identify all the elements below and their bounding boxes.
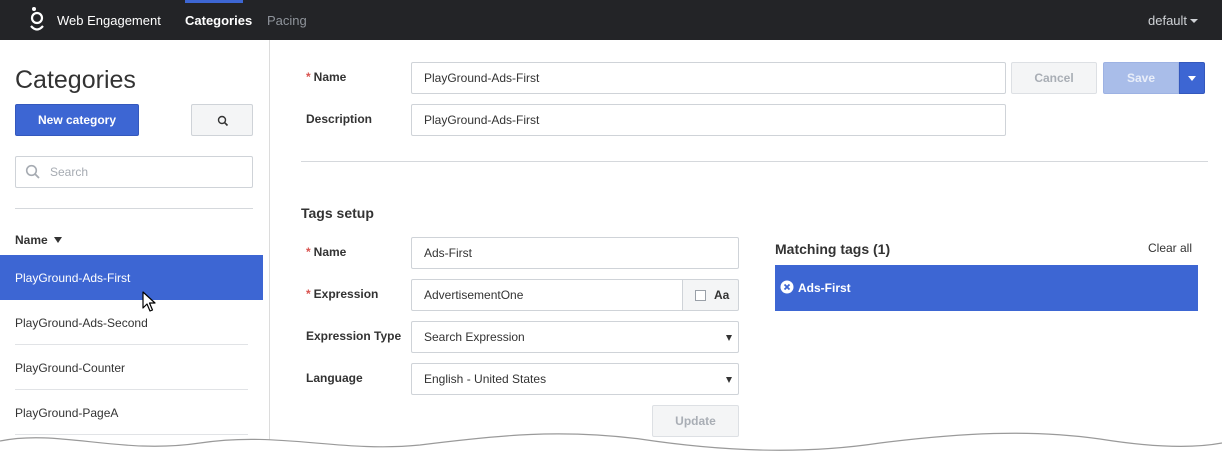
- remove-tag-icon[interactable]: [780, 280, 794, 294]
- cancel-button[interactable]: Cancel: [1011, 62, 1097, 94]
- list-item-label: PlayGround-Counter: [15, 361, 126, 375]
- list-item-playground-ads-second[interactable]: PlayGround-Ads-Second: [0, 300, 263, 345]
- name-column-header[interactable]: Name: [15, 233, 62, 247]
- active-tab-indicator: [185, 0, 243, 3]
- sort-caret-down-icon: [53, 237, 62, 243]
- search-toggle-button[interactable]: [191, 104, 253, 136]
- save-button[interactable]: Save: [1103, 62, 1179, 94]
- dropdown-caret-icon: [726, 377, 732, 383]
- search-input[interactable]: [50, 157, 250, 187]
- language-select[interactable]: English - United States: [411, 363, 739, 395]
- name-label: * Name: [306, 70, 346, 84]
- description-label: Description: [306, 112, 373, 126]
- expression-input[interactable]: AdvertisementOne: [411, 279, 683, 311]
- column-header-label: Name: [15, 233, 48, 247]
- tag-name-label: * Name: [306, 245, 346, 259]
- divider: [15, 208, 253, 209]
- language-value: English - United States: [424, 372, 547, 386]
- name-label-text: Name: [313, 70, 347, 84]
- checkbox[interactable]: [695, 290, 706, 301]
- nav-tab-pacing[interactable]: Pacing: [267, 13, 307, 28]
- tag-name-label-text: Name: [313, 245, 347, 259]
- expression-type-value: Search Expression: [424, 330, 525, 344]
- nav-tab-categories[interactable]: Categories: [185, 13, 252, 28]
- tag-name-input[interactable]: Ads-First: [411, 237, 739, 269]
- list-item-label: PlayGround-PageA: [15, 406, 119, 420]
- expression-label-text: Expression: [313, 287, 379, 301]
- matching-tag[interactable]: Ads-First: [775, 265, 1198, 311]
- list-item-label: PlayGround-Ads-Second: [15, 316, 148, 330]
- expression-type-label: Expression Type: [306, 329, 402, 343]
- section-divider: [301, 161, 1208, 162]
- clear-all-link[interactable]: Clear all: [1148, 241, 1192, 255]
- list-item-label: PlayGround-Ads-First: [15, 271, 131, 285]
- list-item-playground-ads-first[interactable]: PlayGround-Ads-First: [0, 255, 263, 300]
- torn-edge-decoration: [0, 432, 1222, 471]
- save-options-button[interactable]: [1179, 62, 1205, 94]
- required-marker: *: [306, 70, 311, 84]
- mouse-cursor-icon: [142, 291, 156, 313]
- search-icon: [25, 164, 41, 180]
- list-item-playground-counter[interactable]: PlayGround-Counter: [0, 345, 263, 390]
- search-icon: [217, 115, 229, 127]
- chevron-down-icon: [1188, 76, 1196, 81]
- expression-type-select[interactable]: Search Expression: [411, 321, 739, 353]
- description-input[interactable]: PlayGround-Ads-First: [411, 104, 1006, 136]
- new-category-button[interactable]: New category: [15, 104, 139, 136]
- matching-tag-label: Ads-First: [798, 281, 851, 295]
- user-menu[interactable]: default: [1148, 13, 1199, 28]
- case-sensitive-label: Aa: [714, 288, 730, 302]
- matching-tags-title: Matching tags (1): [775, 241, 891, 257]
- language-label: Language: [306, 371, 363, 385]
- expression-label: * Expression: [306, 287, 378, 301]
- sidebar-title: Categories: [15, 66, 136, 94]
- dropdown-caret-icon: [726, 335, 732, 341]
- genesys-logo-icon: [29, 6, 45, 34]
- app-title: Web Engagement: [57, 13, 161, 28]
- case-sensitive-toggle[interactable]: Aa: [682, 279, 739, 311]
- required-marker: *: [306, 287, 311, 301]
- name-input[interactable]: PlayGround-Ads-First: [411, 62, 1006, 94]
- required-marker: *: [306, 245, 311, 259]
- sidebar: Categories New category Name PlayGround-…: [0, 40, 270, 471]
- chevron-down-icon: [1190, 19, 1199, 23]
- tags-setup-title: Tags setup: [301, 205, 374, 221]
- search-field[interactable]: [15, 156, 253, 188]
- top-navigation-bar: Web Engagement Categories Pacing default: [0, 0, 1222, 40]
- user-menu-label: default: [1148, 13, 1188, 28]
- category-detail-panel: * Name PlayGround-Ads-First Cancel Save D…: [286, 40, 1222, 471]
